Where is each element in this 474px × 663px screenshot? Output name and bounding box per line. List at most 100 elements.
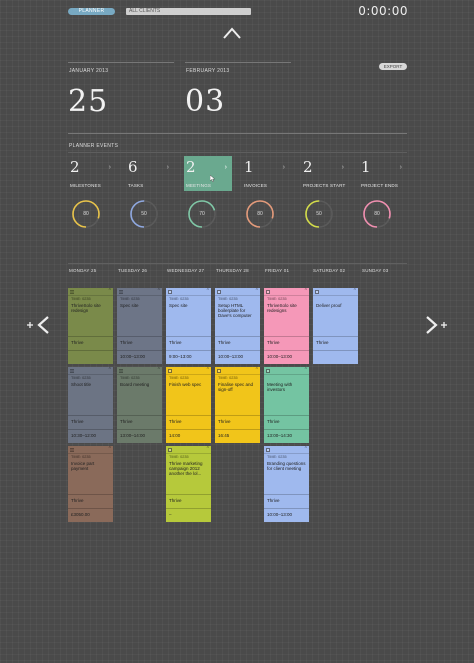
chevron-right-icon: › <box>108 164 111 171</box>
divider <box>215 336 260 337</box>
divider <box>68 494 113 495</box>
stat-tile-projects-start[interactable]: 2 › PROJECTS START <box>301 156 349 191</box>
event-card[interactable]: ^ TIME: 0235 Board meeting Thrive 13:00–14:0… <box>117 367 162 443</box>
card-time: TIME: 0235 <box>267 455 287 459</box>
card-hours: 9:00–13:00 <box>169 354 192 359</box>
chevron-up-icon[interactable]: ^ <box>305 288 307 295</box>
divider <box>185 62 291 63</box>
chevron-up-icon[interactable]: ^ <box>207 446 209 453</box>
export-button[interactable]: EXPORT <box>379 63 407 70</box>
progress-value: 80 <box>257 211 263 217</box>
card-header <box>215 288 260 296</box>
chevron-up-icon[interactable]: ^ <box>207 288 209 295</box>
collapse-chevron-up-icon[interactable] <box>222 26 242 40</box>
divider <box>68 336 113 337</box>
stat-tile-project-ends[interactable]: 1 › PROJECT ENDS <box>359 156 407 191</box>
card-time: TIME: 0235 <box>71 455 91 459</box>
checkbox-icon[interactable] <box>217 368 221 373</box>
divider <box>166 336 211 337</box>
progress-value: 50 <box>141 211 147 217</box>
progress-value: 70 <box>199 211 205 217</box>
stat-label: PROJECTS START <box>303 183 346 188</box>
stat-tile-tasks[interactable]: 6 › TASKS <box>126 156 174 191</box>
card-title: ThriveSolo site redesigns <box>267 303 297 314</box>
list-icon[interactable] <box>119 289 123 294</box>
chevron-up-icon[interactable]: ^ <box>109 367 111 374</box>
event-card[interactable]: ^ TIME: 0235 ThriveSolo site redesign Thriv… <box>68 288 113 364</box>
list-icon[interactable] <box>70 368 74 373</box>
checkbox-icon[interactable] <box>168 368 172 373</box>
next-week-icon[interactable] <box>424 315 450 335</box>
planner-tab[interactable]: PLANNER <box>68 8 115 15</box>
chevron-up-icon[interactable]: ^ <box>354 288 356 295</box>
list-icon[interactable] <box>119 368 123 373</box>
checkbox-icon[interactable] <box>266 368 270 373</box>
progress-value: 80 <box>374 211 380 217</box>
card-header <box>68 446 113 454</box>
list-icon[interactable] <box>70 289 74 294</box>
event-card[interactable]: ^ TIME: 0235 Branding questions for client… <box>264 446 309 522</box>
stat-label: MILESTONES <box>70 183 101 188</box>
checkbox-icon[interactable] <box>266 447 270 452</box>
stat-tile-invoices[interactable]: 1 › INVOICES <box>242 156 290 191</box>
event-card[interactable]: ^ TIME: 0235 Setup HTML boilerplate for Da… <box>215 288 260 364</box>
event-card[interactable]: ^ TIME: 0235 Finish web spec Thrive 14:00 <box>166 367 211 443</box>
event-card[interactable]: ^ Meeting with investors Thrive 13:00–14:30 <box>264 367 309 443</box>
event-card[interactable]: ^ TIME: 0235 Shoot title Thrive 10:30–12:00 <box>68 367 113 443</box>
card-client: Thrive <box>120 340 133 345</box>
card-hours: £3050.00 <box>71 512 90 517</box>
client-filter-select[interactable]: ALL CLIENTS <box>126 8 251 15</box>
card-title: Shoot title <box>71 382 92 387</box>
event-card[interactable]: ^ TIME: 0235 Spec site Thrive 10:00–13:00 <box>117 288 162 364</box>
event-card[interactable]: ^ TIME: 0235 ThriveSolo site redesigns Thri… <box>264 288 309 364</box>
chevron-up-icon[interactable]: ^ <box>305 446 307 453</box>
planner-events-title: PLANNER EVENTS <box>69 143 119 149</box>
card-client: Thrive <box>218 340 231 345</box>
chevron-up-icon[interactable]: ^ <box>158 288 160 295</box>
card-header <box>117 367 162 375</box>
chevron-right-icon: › <box>166 164 169 171</box>
event-card[interactable]: ^ Deliver proof Thrive <box>313 288 358 364</box>
chevron-up-icon[interactable]: ^ <box>305 367 307 374</box>
timer-display: 0:00:00 <box>358 4 408 18</box>
progress-ring: 80 <box>70 198 102 230</box>
chevron-up-icon[interactable]: ^ <box>256 367 258 374</box>
card-hours: 13:00–14:30 <box>267 433 293 438</box>
divider <box>264 429 309 430</box>
progress-ring: 50 <box>128 198 160 230</box>
event-card[interactable]: ^ TIME: 0235 Thrive marketing campaign 201… <box>166 446 211 522</box>
divider <box>264 415 309 416</box>
card-header <box>264 288 309 296</box>
divider <box>68 508 113 509</box>
chevron-up-icon[interactable]: ^ <box>109 288 111 295</box>
checkbox-icon[interactable] <box>168 289 172 294</box>
previous-week-icon[interactable] <box>26 315 52 335</box>
checkbox-icon[interactable] <box>217 289 221 294</box>
card-time: TIME: 0235 <box>218 297 238 301</box>
list-icon[interactable] <box>70 447 74 452</box>
card-title: Meeting with investors <box>267 382 293 393</box>
stat-tile-meetings[interactable]: 2 › MEETINGS <box>184 156 232 191</box>
divider <box>68 62 174 63</box>
progress-value: 50 <box>316 211 322 217</box>
card-time: TIME: 0235 <box>71 297 91 301</box>
event-card[interactable]: ^ TIME: 0235 Invoice part payment Thrive £30… <box>68 446 113 522</box>
chevron-up-icon[interactable]: ^ <box>158 367 160 374</box>
card-header <box>166 288 211 296</box>
chevron-up-icon[interactable]: ^ <box>109 446 111 453</box>
stat-tile-milestones[interactable]: 2 › MILESTONES <box>68 156 116 191</box>
stat-count: 1 <box>244 158 254 176</box>
stat-count: 1 <box>361 158 371 176</box>
checkbox-icon[interactable] <box>266 289 270 294</box>
card-time: TIME: 0235 <box>169 455 189 459</box>
chevron-up-icon[interactable]: ^ <box>207 367 209 374</box>
chevron-up-icon[interactable]: ^ <box>256 288 258 295</box>
divider <box>264 336 309 337</box>
card-header <box>117 288 162 296</box>
card-header <box>68 367 113 375</box>
checkbox-icon[interactable] <box>168 447 172 452</box>
card-time: TIME: 0235 <box>218 376 238 380</box>
event-card[interactable]: ^ TIME: 0235 Spec site Thrive 9:00–13:00 <box>166 288 211 364</box>
checkbox-icon[interactable] <box>315 289 319 294</box>
event-card[interactable]: ^ TIME: 0235 Finalise spec and sign-off Thr… <box>215 367 260 443</box>
